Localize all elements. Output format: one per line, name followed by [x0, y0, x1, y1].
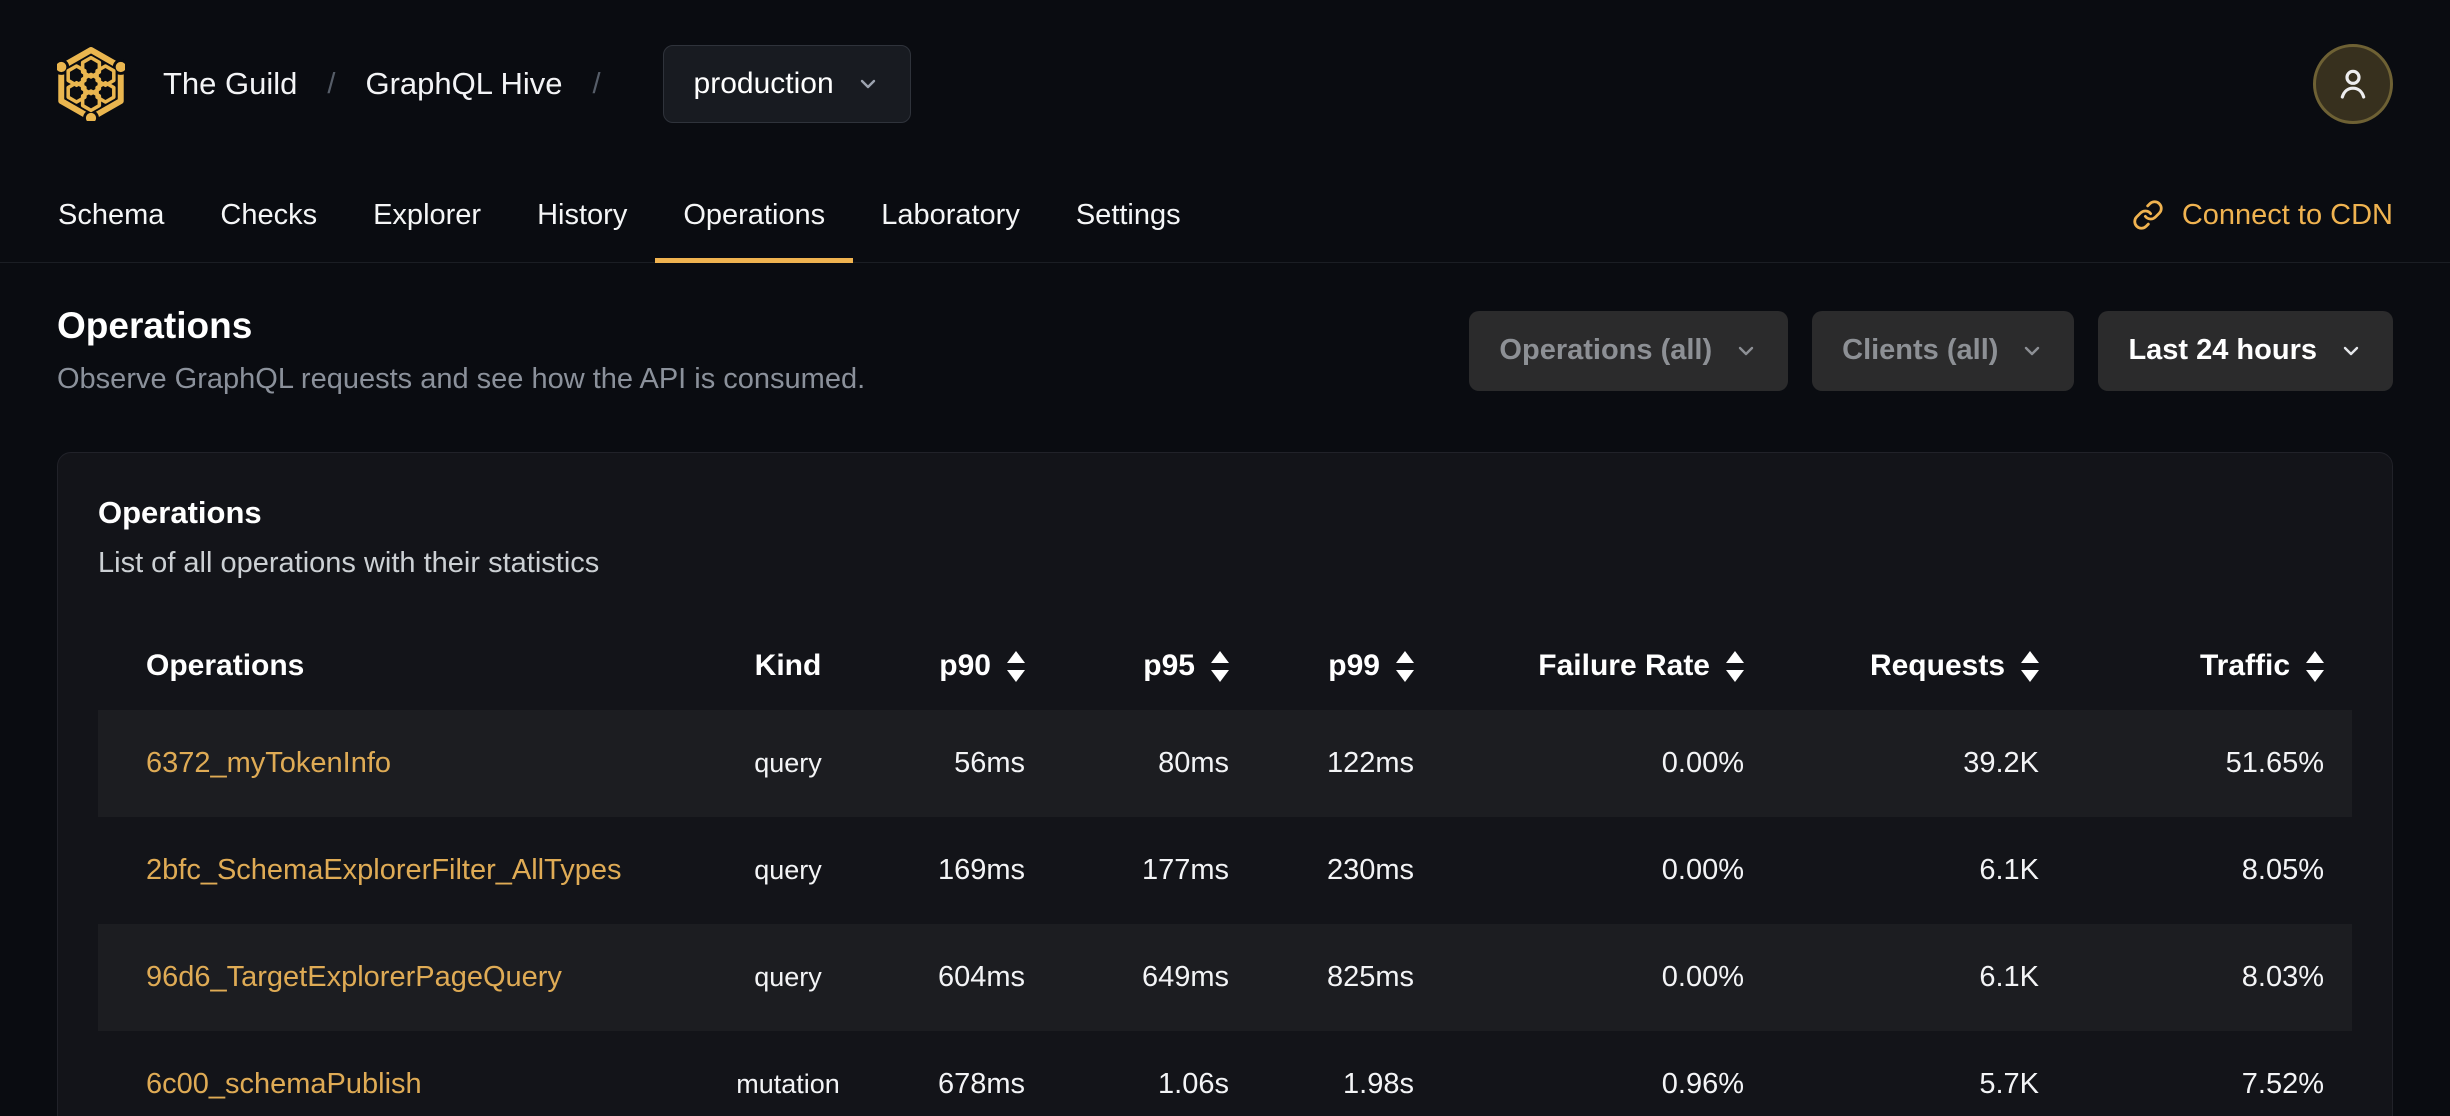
table-row: 96d6_TargetExplorerPageQuery query 604ms…: [98, 924, 2352, 1031]
tab-checks[interactable]: Checks: [192, 168, 345, 262]
user-icon: [2340, 69, 2366, 99]
column-header-kind: Kind: [754, 649, 822, 682]
chevron-down-icon: [1738, 346, 1754, 355]
kind-cell: query: [754, 855, 822, 885]
column-header-p99[interactable]: p99: [1257, 649, 1442, 683]
tab-schema[interactable]: Schema: [30, 168, 192, 262]
connect-to-cdn-button[interactable]: Connect to CDN: [2132, 168, 2420, 262]
breadcrumb-project[interactable]: GraphQL Hive: [365, 66, 562, 102]
tab-explorer[interactable]: Explorer: [345, 168, 509, 262]
period-filter-dropdown[interactable]: Last 24 hours: [2098, 310, 2393, 391]
failure-rate-cell: 0.00%: [1661, 961, 1744, 993]
column-header-failure-rate[interactable]: Failure Rate: [1442, 649, 1772, 683]
traffic-cell: 8.05%: [2241, 854, 2324, 886]
failure-rate-cell: 0.00%: [1661, 747, 1744, 779]
clients-filter-dropdown[interactable]: Clients (all): [1812, 310, 2075, 391]
operation-cell: 6372_myTokenInfo: [98, 747, 713, 780]
operations-card: Operations List of all operations with t…: [57, 452, 2393, 1116]
hive-logo-icon[interactable]: [57, 47, 125, 121]
tab-history[interactable]: History: [509, 168, 655, 262]
operations-page: Operations Observe GraphQL requests and …: [0, 263, 2450, 1116]
failure-rate-cell: 0.96%: [1661, 1068, 1744, 1100]
sort-arrows-icon[interactable]: [2306, 650, 2324, 682]
breadcrumb-separator: /: [592, 67, 601, 100]
column-header-operations: Operations: [146, 649, 305, 682]
operations-filter-label: Operations (all): [1499, 334, 1713, 366]
requests-cell: 5.7K: [1979, 1068, 2039, 1100]
p90-cell: 604ms: [937, 961, 1025, 993]
page-title: Operations: [57, 305, 253, 346]
column-header-p90[interactable]: p90: [863, 649, 1053, 683]
chevron-down-icon: [2343, 346, 2359, 355]
card-title: Operations: [98, 495, 262, 530]
p99-cell: 122ms: [1326, 747, 1414, 779]
p99-cell: 230ms: [1326, 854, 1414, 886]
link-icon: [2133, 200, 2163, 230]
page-header-row: Operations Observe GraphQL requests and …: [57, 305, 2393, 396]
sort-arrows-icon[interactable]: [1211, 650, 1229, 682]
operations-filter-dropdown[interactable]: Operations (all): [1469, 310, 1789, 391]
avatar[interactable]: [2313, 44, 2393, 124]
failure-rate-cell: 0.00%: [1661, 854, 1744, 886]
operation-link[interactable]: 96d6_TargetExplorerPageQuery: [146, 961, 562, 993]
requests-cell: 6.1K: [1979, 961, 2039, 993]
column-header-traffic[interactable]: Traffic: [2067, 649, 2352, 683]
connect-to-cdn-label: Connect to CDN: [2181, 198, 2393, 231]
page-heading: Operations Observe GraphQL requests and …: [57, 305, 865, 396]
operation-link[interactable]: 2bfc_SchemaExplorerFilter_AllTypes: [146, 854, 621, 886]
p95-cell: 80ms: [1158, 747, 1229, 779]
tab-operations[interactable]: Operations: [655, 168, 854, 263]
traffic-cell: 7.52%: [2241, 1068, 2324, 1100]
traffic-cell: 8.03%: [2241, 961, 2324, 993]
operation-link[interactable]: 6372_myTokenInfo: [146, 747, 391, 779]
table-row: 6c00_schemaPublish mutation 678ms 1.06s …: [98, 1031, 2352, 1116]
period-filter-label: Last 24 hours: [2128, 334, 2317, 366]
card-subtitle: List of all operations with their statis…: [98, 547, 600, 579]
sort-arrows-icon[interactable]: [2021, 650, 2039, 682]
kind-cell: mutation: [736, 1069, 840, 1099]
operation-cell: 96d6_TargetExplorerPageQuery: [98, 961, 713, 994]
sort-arrows-icon[interactable]: [1726, 650, 1744, 682]
target-selector-value: production: [693, 67, 834, 100]
operation-cell: 2bfc_SchemaExplorerFilter_AllTypes: [98, 854, 713, 887]
tab-settings[interactable]: Settings: [1048, 168, 1209, 262]
breadcrumb-separator: /: [327, 67, 336, 100]
traffic-cell: 51.65%: [2225, 747, 2324, 779]
p90-cell: 56ms: [954, 747, 1025, 779]
breadcrumb-org[interactable]: The Guild: [163, 66, 297, 102]
column-header-requests[interactable]: Requests: [1772, 649, 2067, 683]
target-selector[interactable]: production: [662, 45, 911, 123]
p99-cell: 1.98s: [1343, 1068, 1414, 1100]
clients-filter-label: Clients (all): [1842, 334, 1999, 366]
sort-arrows-icon[interactable]: [1396, 650, 1414, 682]
column-header-p95[interactable]: p95: [1053, 649, 1257, 683]
tab-laboratory[interactable]: Laboratory: [853, 168, 1048, 262]
p95-cell: 649ms: [1141, 961, 1229, 993]
page-subtitle: Observe GraphQL requests and see how the…: [57, 363, 866, 395]
operation-cell: 6c00_schemaPublish: [98, 1068, 713, 1101]
table-row: 2bfc_SchemaExplorerFilter_AllTypes query…: [98, 817, 2352, 924]
p99-cell: 825ms: [1326, 961, 1414, 993]
table-row: 6372_myTokenInfo query 56ms 80ms 122ms 0…: [98, 710, 2352, 817]
table-body: 6372_myTokenInfo query 56ms 80ms 122ms 0…: [98, 710, 2352, 1116]
filters: Operations (all) Clients (all) Last 24 h…: [1469, 310, 2393, 391]
requests-cell: 6.1K: [1979, 854, 2039, 886]
app-header: The Guild / GraphQL Hive / production: [0, 0, 2450, 168]
p90-cell: 678ms: [937, 1068, 1025, 1100]
sort-arrows-icon[interactable]: [1007, 650, 1025, 682]
requests-cell: 39.2K: [1963, 747, 2039, 779]
table-header-row: Operations Kind p90 p95 p99 Failure Rate…: [98, 622, 2352, 710]
p95-cell: 1.06s: [1158, 1068, 1229, 1100]
kind-cell: query: [754, 748, 822, 778]
p90-cell: 169ms: [937, 854, 1025, 886]
chevron-down-icon: [2025, 346, 2040, 355]
kind-cell: query: [754, 962, 822, 992]
chevron-down-icon: [860, 79, 875, 89]
main-nav: Schema Checks Explorer History Operation…: [0, 168, 2450, 263]
operation-link[interactable]: 6c00_schemaPublish: [146, 1068, 422, 1100]
p95-cell: 177ms: [1141, 854, 1229, 886]
